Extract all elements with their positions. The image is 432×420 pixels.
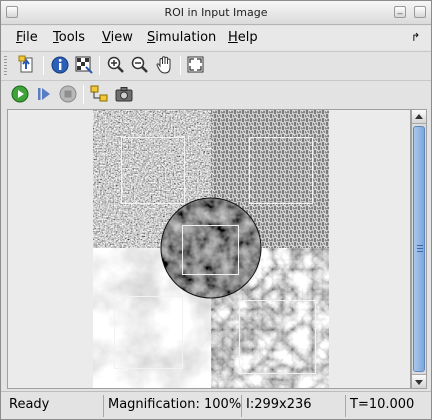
- scroll-up-button[interactable]: [412, 110, 426, 124]
- maximize-button[interactable]: [414, 6, 426, 18]
- pixel-region-button[interactable]: [74, 55, 94, 75]
- minimize-button[interactable]: _: [394, 4, 406, 18]
- toolbar-separator: [83, 85, 84, 104]
- zoom-in-icon: [107, 56, 124, 73]
- magnification-readout: Magnification: 100%: [103, 395, 241, 417]
- menu-tools[interactable]: Tools: [53, 30, 85, 45]
- zoom-out-icon: [131, 56, 148, 73]
- highlight-model-icon: [90, 85, 108, 102]
- scroll-down-button[interactable]: [412, 374, 426, 388]
- app-window: ROI in Input Image _ File Tools View Sim…: [0, 0, 432, 420]
- toolbar-grip[interactable]: [4, 56, 7, 75]
- stop-icon: [59, 85, 77, 103]
- menu-view[interactable]: View: [102, 30, 133, 45]
- arrow-down-icon: [415, 380, 423, 385]
- zoom-out-button[interactable]: [130, 55, 150, 75]
- roi-rectangle[interactable]: [121, 137, 185, 204]
- stop-simulation-button[interactable]: [58, 84, 78, 104]
- snapshot-icon: [115, 87, 133, 102]
- input-image[interactable]: [93, 110, 329, 388]
- info-icon: [51, 56, 69, 74]
- step-icon: [38, 88, 50, 100]
- export-icon: [18, 55, 33, 73]
- pan-button[interactable]: [155, 55, 175, 75]
- image-size-readout: I:299x236: [241, 395, 345, 417]
- main-toolbar: [1, 51, 431, 78]
- toolbar-separator: [99, 56, 100, 75]
- pixel-region-icon: [75, 56, 93, 74]
- arrow-up-icon: [415, 114, 423, 119]
- zoom-in-button[interactable]: [106, 55, 126, 75]
- vertical-scrollbar[interactable]: [411, 109, 427, 389]
- step-forward-button[interactable]: [34, 84, 54, 104]
- menu-simulation-label: imulation: [155, 30, 217, 45]
- menu-view-label: iew: [110, 30, 133, 45]
- title-bar[interactable]: ROI in Input Image _: [1, 1, 431, 25]
- menu-view-mnemonic: V: [102, 30, 111, 45]
- menu-simulation[interactable]: Simulation: [147, 30, 216, 45]
- window-title: ROI in Input Image: [164, 6, 268, 19]
- status-text: Ready: [9, 397, 50, 412]
- menu-help[interactable]: Help: [228, 30, 258, 45]
- fit-to-window-icon: [187, 56, 204, 73]
- simulation-toolbar: [1, 80, 431, 107]
- roi-rectangle[interactable]: [182, 225, 239, 275]
- start-icon: [11, 85, 29, 103]
- status-bar: Ready Magnification: 100% I:299x236 T=10…: [1, 391, 431, 419]
- highlight-model-button[interactable]: [89, 84, 109, 104]
- export-button[interactable]: [17, 55, 37, 75]
- roi-rectangle[interactable]: [249, 137, 313, 204]
- roi-rectangle[interactable]: [114, 296, 183, 369]
- start-simulation-button[interactable]: [10, 84, 30, 104]
- fit-to-window-button[interactable]: [186, 55, 206, 75]
- menu-tools-label: ools: [58, 30, 86, 45]
- menu-file-label: ile: [22, 30, 38, 45]
- image-info-button[interactable]: [50, 55, 70, 75]
- simulation-time-readout: T=10.000: [345, 395, 429, 417]
- image-viewport[interactable]: [7, 109, 411, 389]
- scrollbar-thumb[interactable]: [413, 126, 425, 372]
- toolbar-separator: [180, 56, 181, 75]
- minimize-icon: _: [397, 4, 403, 15]
- pan-icon: [156, 56, 171, 74]
- menu-file[interactable]: File: [16, 30, 38, 45]
- toolbar-separator: [43, 56, 44, 75]
- snapshot-button[interactable]: [114, 84, 134, 104]
- menu-help-label: elp: [237, 30, 258, 45]
- menu-help-mnemonic: H: [228, 30, 238, 45]
- roi-rectangle[interactable]: [239, 300, 316, 374]
- dock-arrow-icon[interactable]: ↱: [411, 31, 420, 44]
- thumb-grip: [417, 245, 423, 253]
- menu-bar: File Tools View Simulation Help ↱: [1, 26, 431, 50]
